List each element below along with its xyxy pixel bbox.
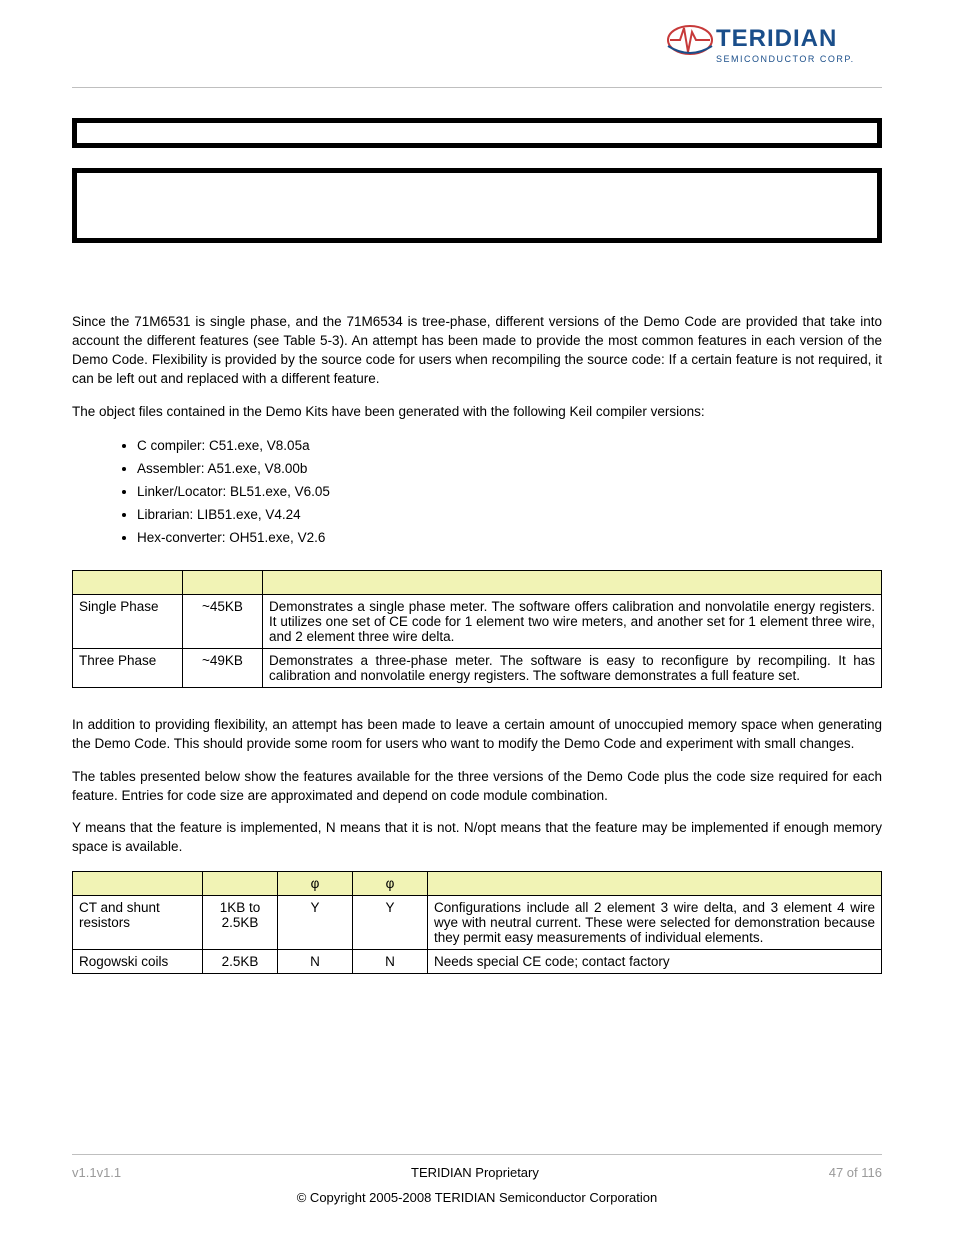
- features-table: φ φ CT and shunt resistors 1KB to 2.5KB …: [72, 871, 882, 974]
- table-cell: Y: [353, 896, 428, 950]
- table-cell: ~45KB: [183, 594, 263, 648]
- table-cell: N: [278, 950, 353, 974]
- table-header-cell: [73, 872, 203, 896]
- table-cell: Needs special CE code; contact factory: [428, 950, 882, 974]
- footer-copyright: © Copyright 2005-2008 TERIDIAN Semicondu…: [72, 1190, 882, 1205]
- table-header-cell: [428, 872, 882, 896]
- footer-version: v1.1v1.1: [72, 1165, 121, 1180]
- list-item: Linker/Locator: BL51.exe, V6.05: [137, 481, 882, 504]
- table-cell: 2.5KB: [203, 950, 278, 974]
- table-row: CT and shunt resistors 1KB to 2.5KB Y Y …: [73, 896, 882, 950]
- header-rule: [72, 87, 882, 88]
- svg-text:SEMICONDUCTOR CORP.: SEMICONDUCTOR CORP.: [716, 54, 855, 64]
- black-bar-1: [72, 118, 882, 148]
- header: TERIDIAN SEMICONDUCTOR CORP.: [72, 20, 882, 75]
- black-bar-2: [72, 168, 882, 243]
- table-header-cell: [263, 570, 882, 594]
- footer-row: v1.1v1.1 TERIDIAN Proprietary 47 of 116: [72, 1165, 882, 1180]
- list-item: Hex-converter: OH51.exe, V2.6: [137, 527, 882, 550]
- table-header-cell: φ: [278, 872, 353, 896]
- table-cell: 1KB to 2.5KB: [203, 896, 278, 950]
- table-cell: Three Phase: [73, 648, 183, 687]
- table-header-cell: [183, 570, 263, 594]
- table-header-row: φ φ: [73, 872, 882, 896]
- table-cell: CT and shunt resistors: [73, 896, 203, 950]
- table-cell: Demonstrates a single phase meter. The s…: [263, 594, 882, 648]
- table-cell: Rogowski coils: [73, 950, 203, 974]
- table-header-cell: [203, 872, 278, 896]
- teridian-logo: TERIDIAN SEMICONDUCTOR CORP.: [662, 20, 882, 75]
- table-cell: Configurations include all 2 element 3 w…: [428, 896, 882, 950]
- footer-rule: [72, 1154, 882, 1155]
- paragraph-3: In addition to providing flexibility, an…: [72, 716, 882, 754]
- table-row: Single Phase ~45KB Demonstrates a single…: [73, 594, 882, 648]
- table-cell: Y: [278, 896, 353, 950]
- table-cell: ~49KB: [183, 648, 263, 687]
- table-header-cell: φ: [353, 872, 428, 896]
- paragraph-5: Y means that the feature is implemented,…: [72, 819, 882, 857]
- demo-code-versions-table: Single Phase ~45KB Demonstrates a single…: [72, 570, 882, 688]
- page-footer: v1.1v1.1 TERIDIAN Proprietary 47 of 116 …: [72, 1154, 882, 1205]
- table-row: Rogowski coils 2.5KB N N Needs special C…: [73, 950, 882, 974]
- table-header-row: [73, 570, 882, 594]
- list-item: Assembler: A51.exe, V8.00b: [137, 458, 882, 481]
- paragraph-4: The tables presented below show the feat…: [72, 768, 882, 806]
- list-item: Librarian: LIB51.exe, V4.24: [137, 504, 882, 527]
- table-header-cell: [73, 570, 183, 594]
- svg-text:TERIDIAN: TERIDIAN: [716, 25, 837, 52]
- table-cell: Single Phase: [73, 594, 183, 648]
- compiler-list: C compiler: C51.exe, V8.05a Assembler: A…: [72, 435, 882, 549]
- table-cell: N: [353, 950, 428, 974]
- page: TERIDIAN SEMICONDUCTOR CORP. Since the 7…: [0, 0, 954, 1235]
- list-item: C compiler: C51.exe, V8.05a: [137, 435, 882, 458]
- table-cell: Demonstrates a three-phase meter. The so…: [263, 648, 882, 687]
- footer-page-number: 47 of 116: [829, 1165, 882, 1180]
- paragraph-2: The object files contained in the Demo K…: [72, 403, 882, 422]
- table-row: Three Phase ~49KB Demonstrates a three-p…: [73, 648, 882, 687]
- footer-proprietary: TERIDIAN Proprietary: [411, 1165, 539, 1180]
- paragraph-1: Since the 71M6531 is single phase, and t…: [72, 313, 882, 389]
